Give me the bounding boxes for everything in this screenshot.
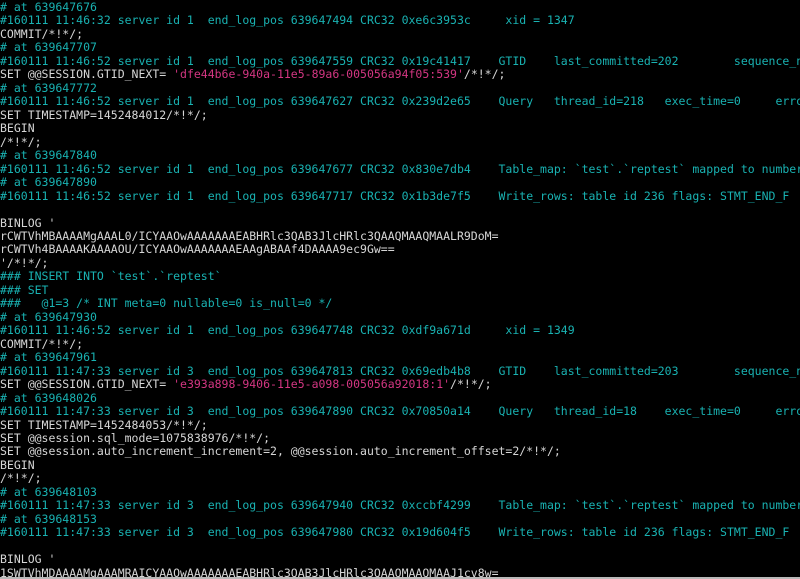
terminal-text: # at 639647890 <box>0 175 97 189</box>
terminal-text: COMMIT/*!*/; <box>0 337 83 351</box>
terminal-text: #160111 11:47:33 server id 3 end_log_pos… <box>0 364 800 378</box>
terminal-line: # at 639647961 <box>0 351 800 364</box>
terminal-line: BEGIN <box>0 122 800 135</box>
terminal-text: # at 639648103 <box>0 485 97 499</box>
terminal-line: rCWTVhMBAAAAMgAAAL0/ICYAAOwAAAAAAAEABHRl… <box>0 230 800 243</box>
terminal-line: 1SWTVhMDAAAAMgAAAMRAICYAAOwAAAAAAAEABHRl… <box>0 567 800 579</box>
terminal-text: ### INSERT INTO `test`.`reptest` <box>0 269 222 283</box>
terminal-line: rCWTVh4BAAAAKAAAAOU/ICYAAOwAAAAAAAEAAgAB… <box>0 243 800 256</box>
terminal-line: # at 639647676 <box>0 1 800 14</box>
terminal-line: ### SET <box>0 284 800 297</box>
terminal-text: SET TIMESTAMP=1452484053/*!*/; <box>0 418 208 432</box>
terminal-text: /*!*/; <box>464 67 506 81</box>
terminal-text: # at 639647840 <box>0 148 97 162</box>
terminal-text: # at 639647930 <box>0 310 97 324</box>
terminal-text: 'dfe44b6e-940a-11e5-89a6-005056a94f05:53… <box>173 67 464 81</box>
terminal-line: SET TIMESTAMP=1452484053/*!*/; <box>0 419 800 432</box>
terminal-text: rCWTVhMBAAAAMgAAAL0/ICYAAOwAAAAAAAEABHRl… <box>0 229 499 243</box>
terminal-text: #160111 11:46:52 server id 1 end_log_pos… <box>0 94 800 108</box>
terminal-text: # at 639647676 <box>0 0 97 14</box>
terminal-line: /*!*/; <box>0 472 800 485</box>
terminal-line: COMMIT/*!*/; <box>0 28 800 41</box>
terminal-line: #160111 11:46:52 server id 1 end_log_pos… <box>0 95 800 108</box>
terminal-line: BINLOG ' <box>0 553 800 566</box>
terminal-text: BINLOG ' <box>0 216 55 230</box>
terminal-screen[interactable]: # at 639647676#160111 11:46:32 server id… <box>0 0 800 579</box>
terminal-text: #160111 11:47:33 server id 3 end_log_pos… <box>0 404 800 418</box>
terminal-line: SET @@SESSION.GTID_NEXT= 'dfe44b6e-940a-… <box>0 68 800 81</box>
terminal-line <box>0 540 800 553</box>
terminal-text: COMMIT/*!*/; <box>0 27 83 41</box>
terminal-text: BINLOG ' <box>0 552 55 566</box>
terminal-text: #160111 11:47:33 server id 3 end_log_pos… <box>0 525 789 539</box>
terminal-text: # at 639648026 <box>0 391 97 405</box>
terminal-text: BEGIN <box>0 458 35 472</box>
terminal-line: # at 639648026 <box>0 392 800 405</box>
terminal-text: SET TIMESTAMP=1452484012/*!*/; <box>0 108 208 122</box>
terminal-text: /*!*/; <box>0 135 42 149</box>
terminal-line: ### INSERT INTO `test`.`reptest` <box>0 270 800 283</box>
terminal-line: #160111 11:46:52 server id 1 end_log_pos… <box>0 163 800 176</box>
terminal-line: #160111 11:47:33 server id 3 end_log_pos… <box>0 365 800 378</box>
terminal-text: ### SET <box>0 283 48 297</box>
terminal-text: rCWTVh4BAAAAKAAAAOU/ICYAAOwAAAAAAAEAAgAB… <box>0 242 395 256</box>
terminal-text: #160111 11:46:52 server id 1 end_log_pos… <box>0 189 789 203</box>
terminal-text: #160111 11:46:52 server id 1 end_log_pos… <box>0 54 800 68</box>
terminal-line: #160111 11:47:33 server id 3 end_log_pos… <box>0 499 800 512</box>
terminal-text: '/*!*/; <box>0 256 48 270</box>
terminal-text: /*!*/; <box>0 471 42 485</box>
terminal-text: # at 639647961 <box>0 350 97 364</box>
terminal-text: SET @@session.auto_increment_increment=2… <box>0 444 561 458</box>
terminal-text: # at 639647707 <box>0 40 97 54</box>
terminal-line: SET @@session.auto_increment_increment=2… <box>0 445 800 458</box>
terminal-line: COMMIT/*!*/; <box>0 338 800 351</box>
terminal-text: 'e393a898-9406-11e5-a098-005056a92018:1' <box>173 377 450 391</box>
terminal-text: #160111 11:47:33 server id 3 end_log_pos… <box>0 498 800 512</box>
terminal-text: #160111 11:46:32 server id 1 end_log_pos… <box>0 13 575 27</box>
terminal-text: SET @@SESSION.GTID_NEXT= <box>0 377 173 391</box>
terminal-line: SET @@SESSION.GTID_NEXT= 'e393a898-9406-… <box>0 378 800 391</box>
terminal-text: ### @1=3 /* INT meta=0 nullable=0 is_nul… <box>0 296 332 310</box>
terminal-line <box>0 203 800 216</box>
terminal-text: SET @@SESSION.GTID_NEXT= <box>0 67 173 81</box>
terminal-line: # at 639648103 <box>0 486 800 499</box>
terminal-line: # at 639647772 <box>0 82 800 95</box>
terminal-text: 1SWTVhMDAAAAMgAAAMRAICYAAOwAAAAAAAEABHRl… <box>0 566 499 579</box>
terminal-line: #160111 11:47:33 server id 3 end_log_pos… <box>0 405 800 418</box>
terminal-line: #160111 11:46:52 server id 1 end_log_pos… <box>0 55 800 68</box>
terminal-line: # at 639647840 <box>0 149 800 162</box>
terminal-text: # at 639647772 <box>0 81 97 95</box>
terminal-line: BINLOG ' <box>0 217 800 230</box>
terminal-line: ### @1=3 /* INT meta=0 nullable=0 is_nul… <box>0 297 800 310</box>
terminal-text: #160111 11:46:52 server id 1 end_log_pos… <box>0 162 800 176</box>
terminal-line: #160111 11:46:52 server id 1 end_log_pos… <box>0 190 800 203</box>
terminal-line: #160111 11:46:52 server id 1 end_log_pos… <box>0 324 800 337</box>
terminal-line: /*!*/; <box>0 136 800 149</box>
terminal-line: SET TIMESTAMP=1452484012/*!*/; <box>0 109 800 122</box>
terminal-line: # at 639647930 <box>0 311 800 324</box>
terminal-text: BEGIN <box>0 121 35 135</box>
terminal-line: BEGIN <box>0 459 800 472</box>
terminal-line: '/*!*/; <box>0 257 800 270</box>
terminal-text: # at 639648153 <box>0 512 97 526</box>
terminal-text: #160111 11:46:52 server id 1 end_log_pos… <box>0 323 575 337</box>
terminal-line: # at 639647890 <box>0 176 800 189</box>
terminal-line: SET @@session.sql_mode=1075838976/*!*/; <box>0 432 800 445</box>
terminal-text: /*!*/; <box>450 377 492 391</box>
terminal-line: # at 639647707 <box>0 41 800 54</box>
terminal-text: SET @@session.sql_mode=1075838976/*!*/; <box>0 431 270 445</box>
terminal-window[interactable]: # at 639647676#160111 11:46:32 server id… <box>0 0 800 579</box>
terminal-line: # at 639648153 <box>0 513 800 526</box>
terminal-line: #160111 11:46:32 server id 1 end_log_pos… <box>0 14 800 27</box>
terminal-line: #160111 11:47:33 server id 3 end_log_pos… <box>0 526 800 539</box>
